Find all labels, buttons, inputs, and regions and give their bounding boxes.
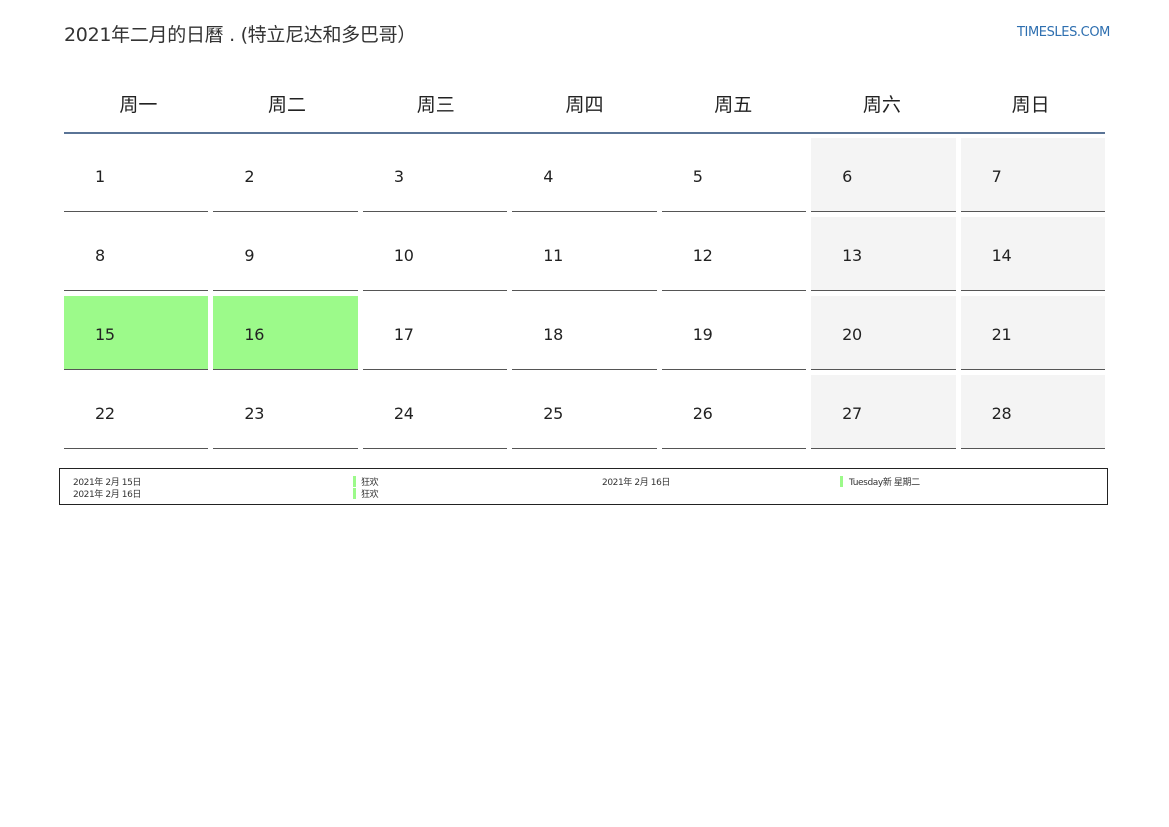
holiday-color-marker: [840, 476, 843, 487]
day-number: 4: [543, 167, 554, 186]
day-number: 22: [95, 404, 115, 423]
day-cell[interactable]: 7: [960, 138, 1105, 212]
day-cell[interactable]: 20: [811, 296, 956, 370]
weekday-fri: 周五: [714, 93, 753, 116]
day-cell[interactable]: 6: [811, 138, 956, 212]
day-cell[interactable]: 9: [213, 217, 358, 291]
holiday-legend: 2021年 2月 15日 2021年 2月 16日 狂欢 狂欢 2021年 2月…: [59, 468, 1108, 505]
weekday-tue: 周二: [268, 93, 307, 116]
legend-holiday-name: 狂欢: [361, 490, 379, 500]
day-cell[interactable]: 21: [960, 296, 1105, 370]
day-cell[interactable]: 22: [64, 375, 209, 449]
calendar-grid: 1 2 3 4 5 6 7 8 9 10 11 12 13 14 15 16 17 18 19 20 21 22 23 24 2…: [64, 138, 1105, 449]
day-cell[interactable]: 3: [362, 138, 508, 212]
day-cell[interactable]: 25: [512, 375, 657, 449]
day-number: 2: [244, 167, 255, 186]
day-cell[interactable]: 27: [811, 375, 956, 449]
legend-holiday-name: Tuesday新 星期二: [849, 478, 920, 488]
day-cell[interactable]: 12: [661, 217, 807, 291]
day-number: 1: [95, 167, 105, 186]
day-cell[interactable]: 5: [661, 138, 807, 212]
day-number: 12: [692, 246, 713, 265]
day-cell[interactable]: 14: [960, 217, 1105, 291]
day-number: 9: [244, 246, 255, 265]
weekday-mon: 周一: [119, 93, 158, 116]
day-cell[interactable]: 23: [213, 375, 358, 449]
day-number: 8: [95, 246, 105, 265]
day-cell[interactable]: 2: [213, 138, 358, 212]
day-number: 11: [543, 246, 564, 265]
day-number: 28: [991, 404, 1012, 423]
day-cell[interactable]: 18: [512, 296, 657, 370]
weekday-wed: 周三: [416, 93, 455, 116]
day-number: 27: [842, 404, 862, 423]
day-cell[interactable]: 19: [661, 296, 807, 370]
page-title: 2021年二月的日曆 . (特立尼达和多巴哥）: [64, 24, 416, 46]
day-cell[interactable]: 15: [64, 296, 209, 370]
day-cell[interactable]: 13: [811, 217, 956, 291]
day-number: 13: [842, 246, 862, 265]
day-number: 14: [991, 246, 1012, 265]
weekday-thu: 周四: [565, 93, 604, 116]
day-number: 24: [393, 404, 414, 423]
day-number: 23: [244, 404, 265, 423]
day-cell[interactable]: 8: [64, 217, 209, 291]
day-cell[interactable]: 4: [512, 138, 657, 212]
day-number: 21: [991, 325, 1012, 344]
day-cell[interactable]: 26: [661, 375, 807, 449]
day-number: 18: [543, 325, 564, 344]
brand-link[interactable]: TIMESLES.COM: [1017, 25, 1110, 40]
day-number: 26: [692, 404, 713, 423]
day-number: 16: [244, 325, 265, 344]
day-cell[interactable]: 17: [362, 296, 508, 370]
day-cell[interactable]: 28: [960, 375, 1105, 449]
day-number: 15: [95, 325, 115, 344]
legend-date: 2021年 2月 16日: [73, 490, 142, 500]
weekday-sun: 周日: [1011, 93, 1050, 116]
day-number: 5: [692, 167, 703, 186]
holiday-color-marker: [353, 488, 356, 499]
day-cell[interactable]: 1: [64, 138, 209, 212]
day-cell[interactable]: 11: [512, 217, 657, 291]
weekday-sat: 周六: [862, 93, 901, 116]
day-number: 3: [393, 167, 404, 186]
day-number: 10: [393, 246, 414, 265]
weekday-header: 周一 周二 周三 周四 周五 周六 周日: [64, 74, 1105, 134]
legend-date: 2021年 2月 16日: [602, 478, 671, 488]
day-cell[interactable]: 10: [362, 217, 508, 291]
day-number: 17: [393, 325, 414, 344]
day-number: 25: [543, 404, 564, 423]
day-number: 6: [842, 167, 853, 186]
holiday-color-marker: [353, 476, 356, 487]
day-cell[interactable]: 16: [213, 296, 358, 370]
day-number: 19: [692, 325, 713, 344]
day-number: 7: [991, 167, 1002, 186]
day-cell[interactable]: 24: [362, 375, 508, 449]
day-number: 20: [842, 325, 862, 344]
